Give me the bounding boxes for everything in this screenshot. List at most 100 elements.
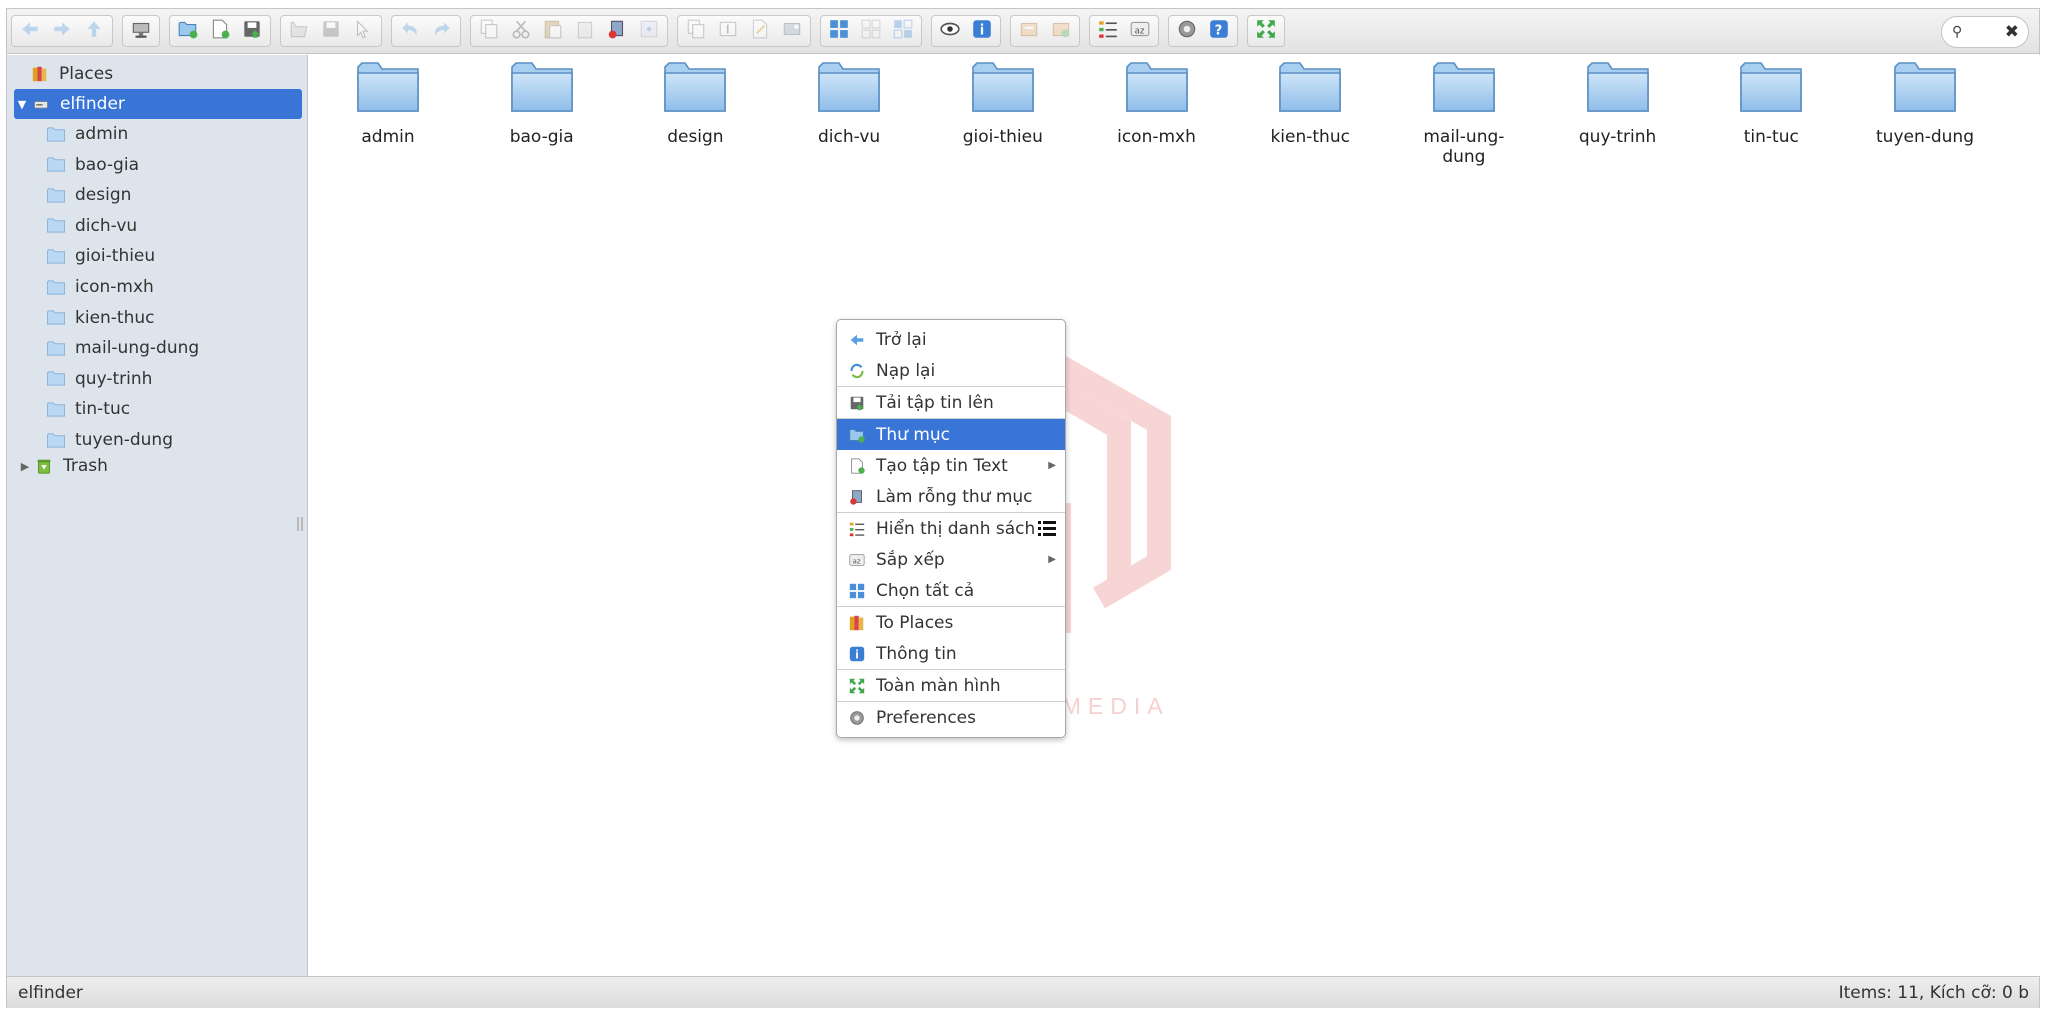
view-button[interactable] — [1094, 17, 1122, 45]
file-item-mail-ung-dung[interactable]: mail-ung-dung — [1402, 59, 1526, 167]
folder-icon — [45, 369, 67, 389]
home-button[interactable] — [127, 17, 155, 45]
status-summary: Items: 11, Kích cỡ: 0 b — [1838, 983, 2029, 1003]
tree-label: gioi-thieu — [75, 246, 156, 267]
menu-item-reload[interactable]: Nạp lại — [837, 355, 1065, 386]
tree-item-elfinder[interactable]: ▼ elfinder — [14, 89, 302, 119]
info-button[interactable] — [968, 17, 996, 45]
mkfile-button[interactable] — [206, 17, 234, 45]
sort-icon: az — [847, 550, 867, 570]
resize-button[interactable] — [778, 17, 806, 45]
cut-icon — [510, 18, 532, 44]
duplicate-button[interactable] — [682, 17, 710, 45]
forward-button[interactable] — [48, 17, 76, 45]
file-item-design[interactable]: design — [633, 59, 757, 147]
selectnone-button[interactable] — [857, 17, 885, 45]
tree-item-mail-ung-dung[interactable]: mail-ung-dung — [45, 333, 199, 363]
tree-collapse-arrow[interactable]: ▶ — [17, 460, 33, 473]
menu-item-select-all[interactable]: Chọn tất cả — [837, 575, 1065, 606]
menu-item-new-file[interactable]: Tạo tập tin Text ▶ — [837, 450, 1065, 481]
rm-button[interactable] — [571, 17, 599, 45]
tree-label-trash: Trash — [63, 456, 108, 476]
menu-item-places[interactable]: To Places — [837, 607, 1065, 638]
search-box[interactable]: ⚲ ✖ — [1941, 16, 2029, 48]
menu-item-label: Chọn tất cả — [876, 580, 975, 601]
search-clear-button[interactable]: ✖ — [2005, 22, 2019, 42]
menu-item-back[interactable]: Trở lại — [837, 324, 1065, 355]
file-item-tuyen-dung[interactable]: tuyen-dung — [1863, 59, 1987, 147]
tree-item-icon-mxh[interactable]: icon-mxh — [45, 272, 154, 302]
undo-button[interactable] — [396, 17, 424, 45]
rename-button[interactable] — [714, 17, 742, 45]
upload-icon — [241, 18, 263, 44]
menu-item-new-folder[interactable]: Thư mục — [837, 419, 1065, 450]
help-button[interactable]: ? — [1205, 17, 1233, 45]
tree-item-trash[interactable]: ▶ Trash — [17, 451, 108, 481]
quicklook-button[interactable] — [936, 17, 964, 45]
tree-item-tin-tuc[interactable]: tin-tuc — [45, 394, 130, 424]
toolbar-group — [677, 15, 811, 47]
menu-item-empty-folder[interactable]: Làm rỗng thư mục — [837, 481, 1065, 512]
file-item-quy-trinh[interactable]: quy-trinh — [1556, 59, 1680, 147]
tree-item-bao-gia[interactable]: bao-gia — [45, 150, 139, 180]
toolbar-group — [1247, 15, 1285, 47]
empty-button[interactable] — [603, 17, 631, 45]
selectinvert-button[interactable] — [889, 17, 917, 45]
preferences-button[interactable] — [1173, 17, 1201, 45]
folder-icon — [1709, 59, 1833, 115]
fullscreen-button[interactable] — [1252, 17, 1280, 45]
hide-icon — [638, 18, 660, 44]
selectall-icon — [828, 18, 850, 44]
menu-item-sort[interactable]: az Sắp xếp ▶ — [837, 544, 1065, 575]
file-item-gioi-thieu[interactable]: gioi-thieu — [941, 59, 1065, 147]
current-folder-view[interactable]: admin bao-gia design dich-vu gioi-thieu icon-… — [309, 55, 2040, 976]
open-button[interactable] — [285, 17, 313, 45]
file-name: quy-trinh — [1578, 127, 1657, 147]
mkdir-button[interactable] — [174, 17, 202, 45]
toolbar-group — [122, 15, 160, 47]
menu-item-info[interactable]: Thông tin — [837, 638, 1065, 669]
hide-button[interactable] — [635, 17, 663, 45]
extract-button[interactable] — [1015, 17, 1043, 45]
tree-expand-arrow[interactable]: ▼ — [14, 98, 30, 111]
tree-item-dich-vu[interactable]: dich-vu — [45, 211, 137, 241]
redo-button[interactable] — [428, 17, 456, 45]
nav-resize-handle[interactable] — [297, 517, 303, 531]
tree-item-kien-thuc[interactable]: kien-thuc — [45, 303, 155, 333]
submenu-arrow-icon: ▶ — [1048, 554, 1056, 565]
menu-item-preferences[interactable]: Preferences — [837, 702, 1065, 733]
back-button[interactable] — [16, 17, 44, 45]
folder-icon — [941, 59, 1065, 115]
folder-icon — [45, 246, 67, 266]
tree-item-places[interactable]: Places — [29, 59, 113, 89]
sort-button[interactable]: az — [1126, 17, 1154, 45]
selectall-button[interactable] — [825, 17, 853, 45]
menu-item-list-view[interactable]: Hiển thị danh sách — [837, 513, 1065, 544]
file-item-icon-mxh[interactable]: icon-mxh — [1095, 59, 1219, 147]
undo-icon — [399, 18, 421, 44]
tree-item-design[interactable]: design — [45, 180, 131, 210]
file-item-dich-vu[interactable]: dich-vu — [787, 59, 911, 147]
file-item-bao-gia[interactable]: bao-gia — [480, 59, 604, 147]
getfile-button[interactable] — [349, 17, 377, 45]
file-item-kien-thuc[interactable]: kien-thuc — [1248, 59, 1372, 147]
tree-item-admin[interactable]: admin — [45, 119, 128, 149]
new-folder-icon — [847, 425, 867, 445]
archive-button[interactable] — [1047, 17, 1075, 45]
up-button[interactable] — [80, 17, 108, 45]
menu-item-label: Nạp lại — [876, 360, 936, 381]
menu-item-upload[interactable]: Tải tập tin lên — [837, 387, 1065, 418]
upload-button[interactable] — [238, 17, 266, 45]
file-item-admin[interactable]: admin — [326, 59, 450, 147]
file-item-tin-tuc[interactable]: tin-tuc — [1709, 59, 1833, 147]
download-button[interactable] — [317, 17, 345, 45]
paste-button[interactable] — [539, 17, 567, 45]
copy-button[interactable] — [475, 17, 503, 45]
edit-button[interactable] — [746, 17, 774, 45]
upload-icon — [847, 393, 867, 413]
tree-item-gioi-thieu[interactable]: gioi-thieu — [45, 241, 155, 271]
sort-icon: az — [1129, 18, 1151, 44]
tree-item-quy-trinh[interactable]: quy-trinh — [45, 364, 152, 394]
cut-button[interactable] — [507, 17, 535, 45]
menu-item-fullscreen[interactable]: Toàn màn hình — [837, 670, 1065, 701]
